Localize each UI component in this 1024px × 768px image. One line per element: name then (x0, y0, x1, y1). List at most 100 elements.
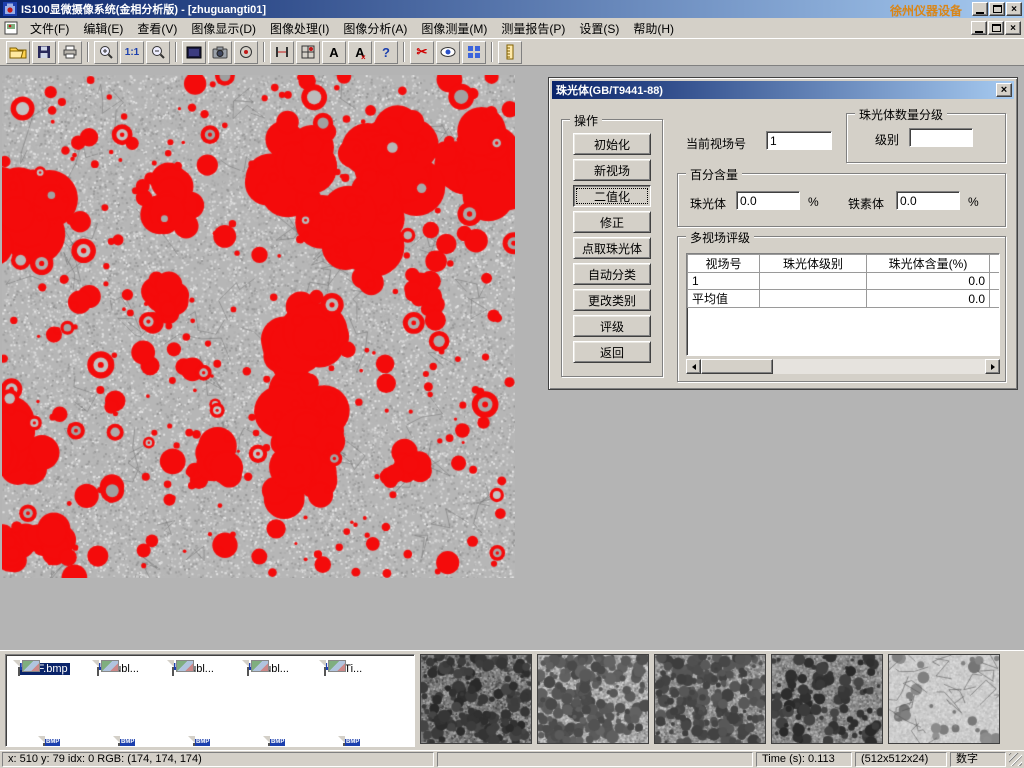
cut-button[interactable]: ✂ (410, 41, 434, 64)
print-button[interactable] (58, 41, 82, 64)
file-item-partial[interactable]: BMP (8, 737, 80, 747)
open-icon (9, 45, 27, 59)
pearlite-label: 珠光体 (690, 195, 726, 212)
thumbnail-2[interactable] (537, 654, 649, 744)
toolbar-separator (403, 42, 405, 62)
caliper-button[interactable] (270, 41, 294, 64)
pearlite-percent-input[interactable] (736, 191, 800, 210)
measure-grid-icon (301, 45, 315, 59)
save-button[interactable] (32, 41, 56, 64)
thumbnail-5[interactable] (888, 654, 1000, 744)
menu-image-processing[interactable]: 图像处理(I) (263, 18, 336, 39)
file-item[interactable]: BMP DKF.bmp (8, 661, 80, 675)
title-bar[interactable]: IS100显微摄像系统(金相分析版) - [zhuguangti01] 徐州仪器… (0, 0, 1024, 18)
pick-pearlite-button[interactable]: 点取珠光体 (573, 237, 651, 259)
grid-blue-button[interactable] (462, 41, 486, 64)
dialog-close-button[interactable]: × (996, 83, 1012, 97)
resize-grip[interactable] (1009, 753, 1022, 766)
mdi-close-button[interactable]: × (1005, 21, 1021, 35)
mdi-restore-button[interactable] (988, 21, 1004, 35)
metallograph-image[interactable] (2, 75, 515, 578)
header-pearlite-content[interactable]: 珠光体含量(%) (867, 255, 990, 273)
window-title: IS100显微摄像系统(金相分析版) - [zhuguangti01] (21, 1, 266, 17)
thumbnail-3[interactable] (654, 654, 766, 744)
change-class-button[interactable]: 更改类别 (573, 289, 651, 311)
multi-field-group-label: 多视场评级 (686, 229, 754, 246)
mdi-minimize-icon (975, 31, 983, 33)
zoom-out-button[interactable] (146, 41, 170, 64)
menu-image-analysis[interactable]: 图像分析(A) (336, 18, 414, 39)
menu-file[interactable]: 文件(F) (23, 18, 76, 39)
new-field-button[interactable]: 新视场 (573, 159, 651, 181)
header-pearlite-grade[interactable]: 珠光体级别 (760, 255, 867, 273)
measure-grid-button[interactable] (296, 41, 320, 64)
menu-settings[interactable]: 设置(S) (572, 18, 626, 39)
mdi-minimize-button[interactable] (971, 21, 987, 35)
thumbnail-4[interactable] (771, 654, 883, 744)
menu-help[interactable]: 帮助(H) (626, 18, 681, 39)
file-item[interactable]: BMP HuiTi... (308, 661, 380, 675)
eye-button[interactable] (436, 41, 460, 64)
scroll-left-button[interactable] (686, 359, 701, 374)
menu-measure-report[interactable]: 测量报告(P) (494, 18, 572, 39)
header-field-no[interactable]: 视场号 (688, 255, 760, 273)
dialog-title-bar[interactable]: 珠光体(GB/T9441-88) × (552, 81, 1014, 99)
return-button[interactable]: 返回 (573, 341, 651, 363)
file-item-partial[interactable]: BMP (83, 737, 155, 747)
grade-input[interactable] (909, 128, 973, 147)
maximize-button[interactable] (989, 2, 1005, 16)
cell-ferrite-content (990, 273, 1001, 290)
zoom-in-button[interactable] (94, 41, 118, 64)
help-button[interactable]: ? (374, 41, 398, 64)
save-icon (37, 45, 51, 59)
file-item-partial[interactable]: BMP (233, 737, 305, 747)
rate-button[interactable]: 评级 (573, 315, 651, 337)
open-button[interactable] (6, 41, 30, 64)
table-row[interactable]: 平均值 0.0 (688, 290, 1001, 308)
menu-edit[interactable]: 编辑(E) (76, 18, 130, 39)
text-label-icon: A (329, 45, 338, 60)
thumbnail-strip (420, 654, 1000, 744)
text-delete-button[interactable]: A× (348, 41, 372, 64)
cell-field-no: 1 (688, 273, 760, 290)
file-item[interactable]: BMP Doubl... (158, 661, 230, 675)
menu-image-measure[interactable]: 图像测量(M) (414, 18, 494, 39)
scroll-track[interactable] (773, 359, 985, 374)
menu-view[interactable]: 查看(V) (130, 18, 184, 39)
operation-group: 操作 初始化 新视场 二值化 修正 点取珠光体 自动分类 更改类别 评级 返回 (561, 119, 663, 377)
scroll-thumb[interactable] (701, 359, 773, 374)
minimize-button[interactable] (972, 2, 988, 16)
pearlite-percent-unit: % (808, 195, 819, 209)
bmp-file-icon: BMP (247, 660, 249, 676)
camera-icon (212, 46, 228, 59)
target-button[interactable] (234, 41, 258, 64)
file-item-partial[interactable]: BMP (158, 737, 230, 747)
file-item[interactable]: BMP Doubl... (83, 661, 155, 675)
table-hscrollbar[interactable] (686, 359, 1000, 374)
thumbnail-1[interactable] (420, 654, 532, 744)
file-item[interactable]: BMP Doubl... (233, 661, 305, 675)
close-icon: × (1011, 4, 1017, 15)
correct-button[interactable]: 修正 (573, 211, 651, 233)
target-icon (239, 45, 253, 59)
table-row[interactable]: 1 0.0 (688, 273, 1001, 290)
auto-classify-button[interactable]: 自动分类 (573, 263, 651, 285)
grade-group-label: 珠光体数量分级 (855, 106, 947, 123)
minimize-icon (976, 12, 984, 14)
display-button[interactable] (182, 41, 206, 64)
file-item-partial[interactable]: BMP (308, 737, 380, 747)
bmp-file-icon: BMP (97, 660, 99, 676)
initialize-button[interactable]: 初始化 (573, 133, 651, 155)
menu-image-display[interactable]: 图像显示(D) (184, 18, 263, 39)
header-ferrite-content[interactable]: 铁素体含量(%) (990, 255, 1001, 273)
text-label-button[interactable]: A (322, 41, 346, 64)
ferrite-percent-input[interactable] (896, 191, 960, 210)
v-ruler-button[interactable] (498, 41, 522, 64)
binarize-button[interactable]: 二值化 (573, 185, 651, 207)
actual-size-button[interactable]: 1:1 (120, 41, 144, 64)
camera-button[interactable] (208, 41, 232, 64)
close-button[interactable]: × (1006, 2, 1022, 16)
scroll-right-button[interactable] (985, 359, 1000, 374)
grade-label: 级别 (875, 131, 899, 148)
current-field-input[interactable] (766, 131, 832, 150)
